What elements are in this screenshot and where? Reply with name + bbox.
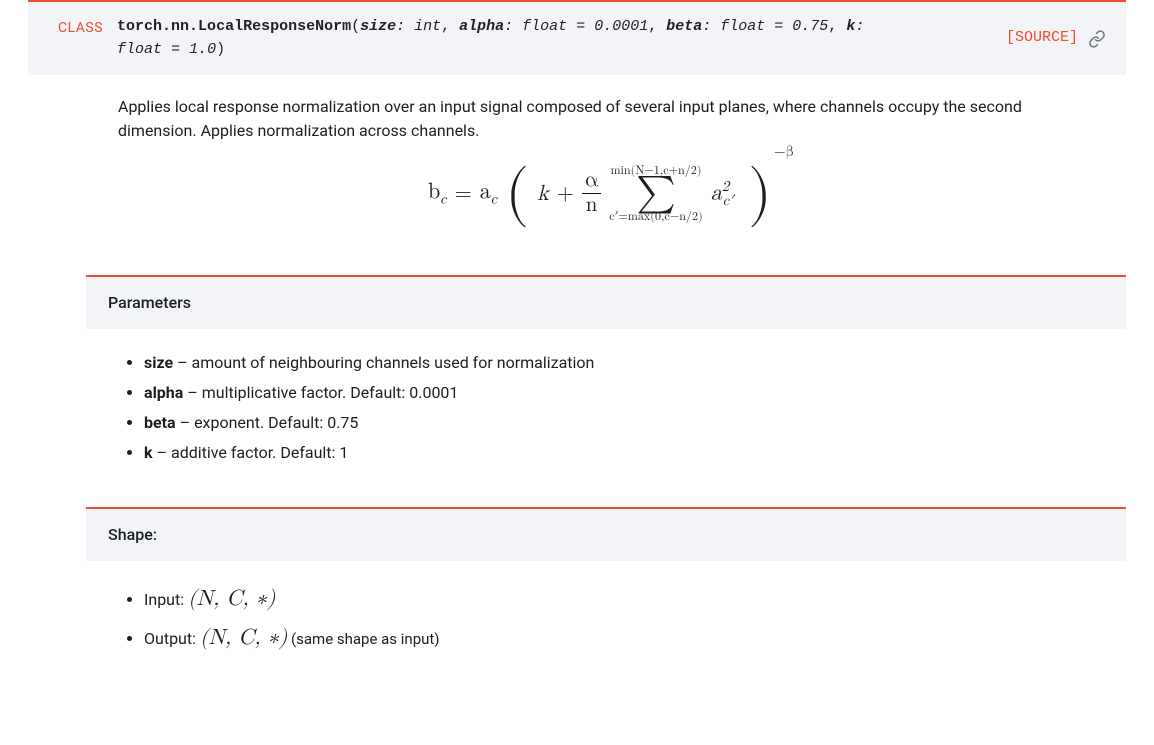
parameters-heading: Parameters: [86, 277, 1126, 329]
parameters-list: size – amount of neighbouring channels u…: [122, 351, 1104, 465]
shape-section: Shape: Input: (N, C, ∗) Output: (N, C, ∗)…: [86, 507, 1126, 679]
shape-item: Output: (N, C, ∗) (same shape as input): [144, 622, 1104, 655]
parameter-item: k – additive factor. Default: 1: [144, 441, 1104, 465]
formula: bc = ac ( k + α n min(N−1,c+n/2) ∑ c′=ma…: [118, 165, 1102, 223]
parameter-item: beta – exponent. Default: 0.75: [144, 411, 1104, 435]
shape-list: Input: (N, C, ∗) Output: (N, C, ∗) (same …: [122, 583, 1104, 655]
class-tag: CLASS: [58, 16, 103, 39]
source-link[interactable]: [SOURCE]: [1006, 27, 1078, 50]
parameters-section: Parameters size – amount of neighbouring…: [86, 275, 1126, 489]
class-signature-block: CLASS torch.nn.LocalResponseNorm(size: i…: [28, 0, 1126, 75]
shape-heading: Shape:: [86, 509, 1126, 561]
permalink-icon[interactable]: [1088, 30, 1106, 48]
parameter-item: size – amount of neighbouring channels u…: [144, 351, 1104, 375]
class-signature: torch.nn.LocalResponseNorm(size: int, al…: [117, 16, 917, 61]
shape-item: Input: (N, C, ∗): [144, 583, 1104, 616]
parameter-item: alpha – multiplicative factor. Default: …: [144, 381, 1104, 405]
class-description: Applies local response normalization ove…: [118, 95, 1102, 143]
